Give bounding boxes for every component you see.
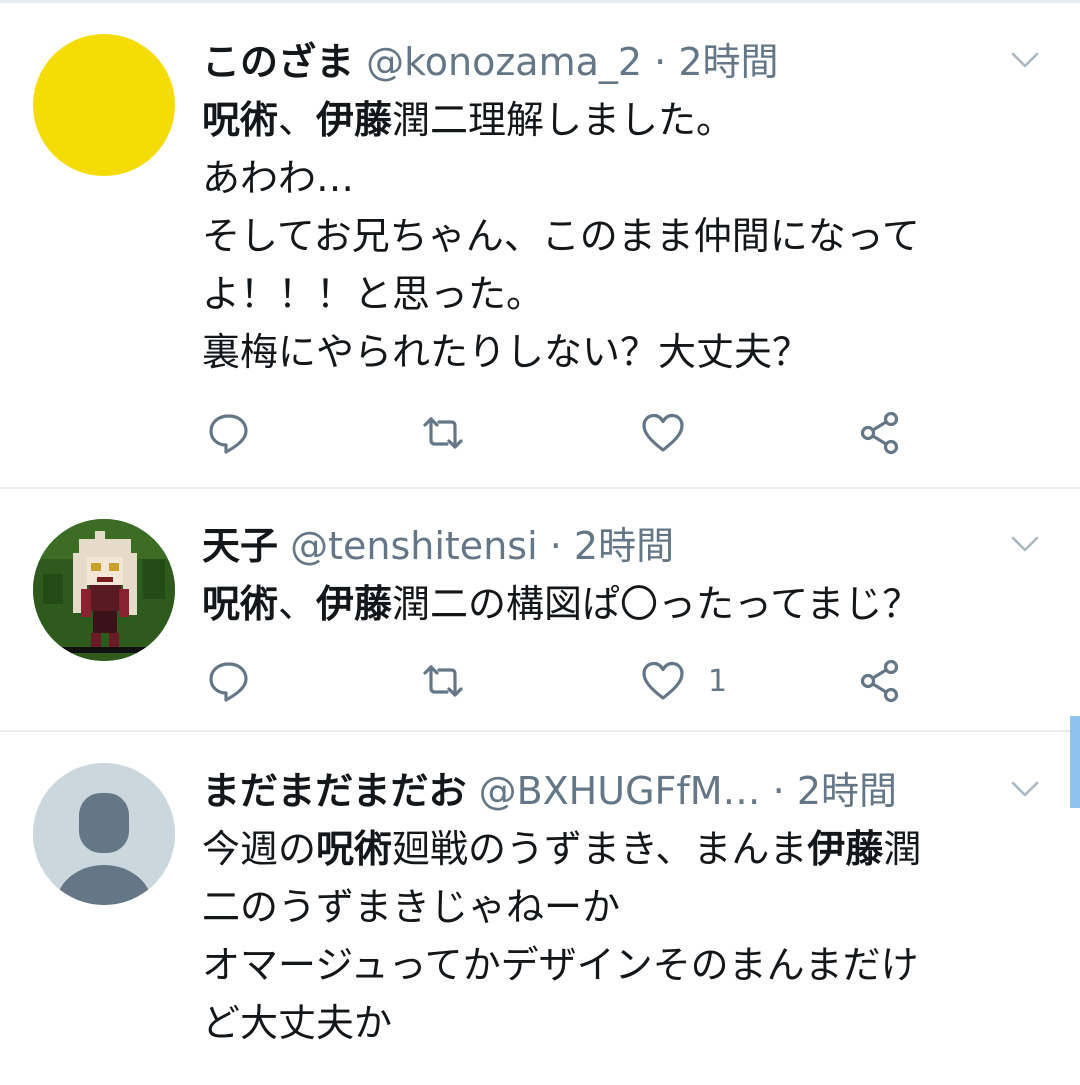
- share-button[interactable]: [858, 656, 904, 706]
- text-segment: 潤: [883, 827, 922, 871]
- timestamp[interactable]: 2時間: [574, 524, 674, 568]
- user-handle[interactable]: @BXHUGFfM…: [479, 769, 761, 813]
- tweet-content: まだまだまだお @BXHUGFfM… · 2時間 今週の呪術廻戦のうずまき、まん…: [202, 762, 1040, 1052]
- text-segment: 廻戦のうずまき、まんま: [392, 827, 808, 871]
- tweet-text-line: 今週の呪術廻戦のうずまき、まんま伊藤潤: [202, 820, 1040, 878]
- tweet-header: まだまだまだお @BXHUGFfM… · 2時間: [202, 762, 1040, 820]
- tweet[interactable]: まだまだまだお @BXHUGFfM… · 2時間 今週の呪術廻戦のうずまき、まん…: [0, 732, 1080, 1085]
- tweet[interactable]: 天子 @tenshitensi · 2時間 呪術、伊藤潤二の構図ぱ〇ったってまじ…: [0, 489, 1080, 732]
- avatar[interactable]: [33, 763, 175, 905]
- tweet-text-line: 呪術、伊藤潤二理解しました。: [202, 91, 1040, 149]
- text-segment: そしてお兄ちゃん、このまま仲間になって: [202, 214, 920, 258]
- tweet-content: 天子 @tenshitensi · 2時間 呪術、伊藤潤二の構図ぱ〇ったってまじ…: [202, 517, 1040, 633]
- text-segment: オマージュってかデザインそのまんまだけ: [202, 943, 919, 987]
- text-segment: 潤二の構図ぱ〇ったってまじ？: [392, 582, 921, 626]
- tweet-actions: [202, 408, 922, 458]
- text-segment: あわわ…: [202, 156, 355, 200]
- tweet-text-line: 裏梅にやられたりしない？大丈夫？: [202, 323, 1040, 381]
- user-handle[interactable]: @konozama_2: [366, 40, 642, 84]
- highlighted-keyword: 呪術: [202, 98, 279, 142]
- tweet-actions: 1: [202, 656, 922, 706]
- text-segment: 、: [278, 98, 317, 142]
- display-name[interactable]: 天子: [202, 524, 278, 568]
- share-button[interactable]: [858, 408, 904, 458]
- pixel-character-avatar: [33, 519, 175, 661]
- chevron-down-icon[interactable]: [1010, 533, 1040, 555]
- tweet-text: 呪術、伊藤潤二理解しました。 あわわ… そしてお兄ちゃん、このまま仲間になって よ！！…: [202, 91, 1040, 381]
- highlighted-keyword: 伊藤: [316, 98, 393, 142]
- tweet-header: このざま @konozama_2 · 2時間: [202, 33, 1040, 91]
- highlighted-keyword: 呪術: [202, 582, 279, 626]
- separator-dot: ·: [549, 524, 562, 568]
- heart-icon: [642, 413, 684, 452]
- separator-dot: ·: [654, 40, 667, 84]
- retweet-button[interactable]: [420, 656, 466, 706]
- display-name[interactable]: このざま: [202, 40, 354, 84]
- reply-button[interactable]: [206, 408, 252, 458]
- text-segment: 今週の: [202, 827, 317, 871]
- chevron-down-icon[interactable]: [1010, 778, 1040, 800]
- retweet-button[interactable]: [420, 408, 466, 458]
- like-button[interactable]: 1: [640, 656, 727, 706]
- text-segment: ど大丈夫か: [202, 1001, 393, 1045]
- share-nodes-icon: [860, 659, 899, 703]
- tweet-content: このざま @konozama_2 · 2時間 呪術、伊藤潤二理解しました。 あわわ…: [202, 33, 1040, 381]
- tweet-header: 天子 @tenshitensi · 2時間: [202, 517, 1040, 575]
- text-segment: 、: [278, 582, 317, 626]
- tweet-text-line: 二のうずまきじゃねーか: [202, 878, 1040, 936]
- avatar[interactable]: [33, 34, 175, 176]
- tweet-text-line: ど大丈夫か: [202, 994, 1040, 1052]
- avatar[interactable]: [33, 519, 175, 661]
- scrollbar-thumb[interactable]: [1070, 716, 1080, 808]
- chevron-down-icon[interactable]: [1010, 49, 1040, 71]
- tweet-text: 呪術、伊藤潤二の構図ぱ〇ったってまじ？: [202, 575, 1040, 633]
- tweet-text-line: あわわ…: [202, 149, 1040, 207]
- highlighted-keyword: 伊藤: [807, 827, 884, 871]
- heart-icon: [642, 661, 684, 700]
- share-nodes-icon: [860, 411, 899, 455]
- tweet-text-line: よ！！！と思った。: [202, 265, 1040, 323]
- retweet-arrows-icon: [423, 665, 463, 697]
- separator-dot: ·: [772, 769, 785, 813]
- tweet-text-line: 呪術、伊藤潤二の構図ぱ〇ったってまじ？: [202, 575, 1040, 633]
- tweet-text-line: そしてお兄ちゃん、このまま仲間になって: [202, 207, 1040, 265]
- display-name[interactable]: まだまだまだお: [202, 769, 466, 813]
- text-segment: 二のうずまきじゃねーか: [202, 885, 621, 929]
- tweet-text-line: オマージュってかデザインそのまんまだけ: [202, 936, 1040, 994]
- text-segment: よ！！！と思った。: [202, 272, 545, 316]
- reply-button[interactable]: [206, 656, 252, 706]
- highlighted-keyword: 呪術: [316, 827, 393, 871]
- tweet-text: 今週の呪術廻戦のうずまき、まんま伊藤潤二のうずまきじゃねーかオマージュってかデザ…: [202, 820, 1040, 1052]
- default-person-avatar: [33, 763, 175, 905]
- reply-bubble-icon: [209, 662, 248, 702]
- like-count: 1: [708, 663, 728, 699]
- text-segment: 裏梅にやられたりしない？大丈夫？: [202, 330, 811, 374]
- highlighted-keyword: 伊藤: [316, 582, 393, 626]
- user-handle[interactable]: @tenshitensi: [290, 524, 538, 568]
- reply-bubble-icon: [209, 414, 248, 454]
- tweet[interactable]: このざま @konozama_2 · 2時間 呪術、伊藤潤二理解しました。 あわわ…: [0, 3, 1080, 489]
- like-button[interactable]: [640, 408, 708, 458]
- timestamp[interactable]: 2時間: [678, 40, 778, 84]
- timestamp[interactable]: 2時間: [797, 769, 897, 813]
- text-segment: 潤二理解しました。: [392, 98, 735, 142]
- retweet-arrows-icon: [423, 417, 463, 449]
